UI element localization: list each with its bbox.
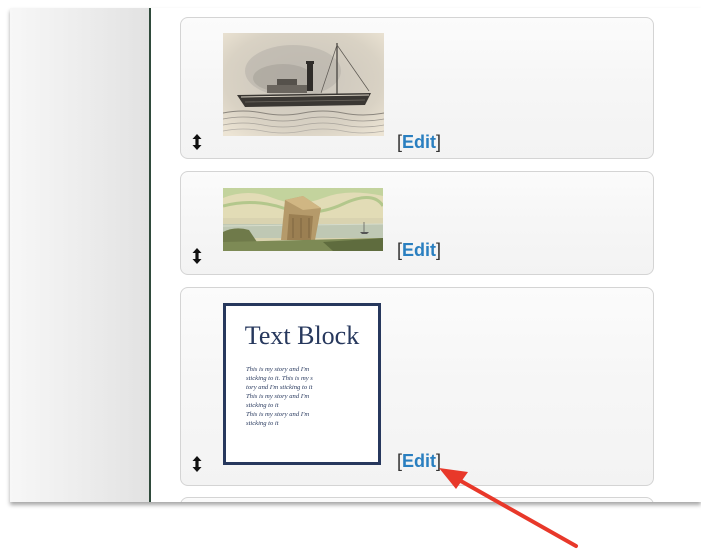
edit-close-bracket: ] [436, 132, 442, 152]
block-card: Text Block This is my story and I'm stic… [180, 287, 654, 486]
left-sidebar [10, 8, 149, 502]
text-block-title: Text Block [244, 321, 360, 350]
edit-link[interactable]: [Edit] [397, 451, 441, 472]
edit-link[interactable]: [Edit] [397, 132, 441, 153]
up-down-arrow-icon[interactable] [192, 248, 202, 264]
edit-close-bracket: ] [436, 451, 442, 471]
text-block-preview: Text Block This is my story and I'm stic… [223, 303, 381, 465]
text-block-line: sticking to it [246, 420, 279, 427]
edit-close-bracket: ] [436, 240, 442, 260]
harbor-painting-image [223, 188, 383, 251]
screen: [Edit] [Edit] Text Block This is my stor… [10, 8, 701, 502]
text-block-line: tory and I'm sticking to it [246, 384, 313, 391]
text-block-line: This is my story and I'm [246, 411, 310, 418]
edit-label[interactable]: Edit [402, 240, 436, 260]
up-down-arrow-icon[interactable] [192, 134, 202, 150]
text-block-line: This is my story and I'm [246, 393, 310, 400]
block-card [180, 497, 654, 502]
steamship-image [223, 33, 384, 136]
text-block-line: This is my story and I'm [246, 366, 310, 373]
edit-label[interactable]: Edit [402, 132, 436, 152]
text-block-line: sticking to it. This is my s [246, 375, 313, 382]
block-list: [Edit] [Edit] Text Block This is my stor… [151, 8, 701, 502]
text-block-line: sticking to it [246, 402, 279, 409]
edit-link[interactable]: [Edit] [397, 240, 441, 261]
edit-label[interactable]: Edit [402, 451, 436, 471]
block-card: [Edit] [180, 171, 654, 275]
up-down-arrow-icon[interactable] [192, 456, 202, 472]
text-block-body: This is my story and I'm sticking to it.… [246, 365, 361, 428]
block-card: [Edit] [180, 17, 654, 159]
